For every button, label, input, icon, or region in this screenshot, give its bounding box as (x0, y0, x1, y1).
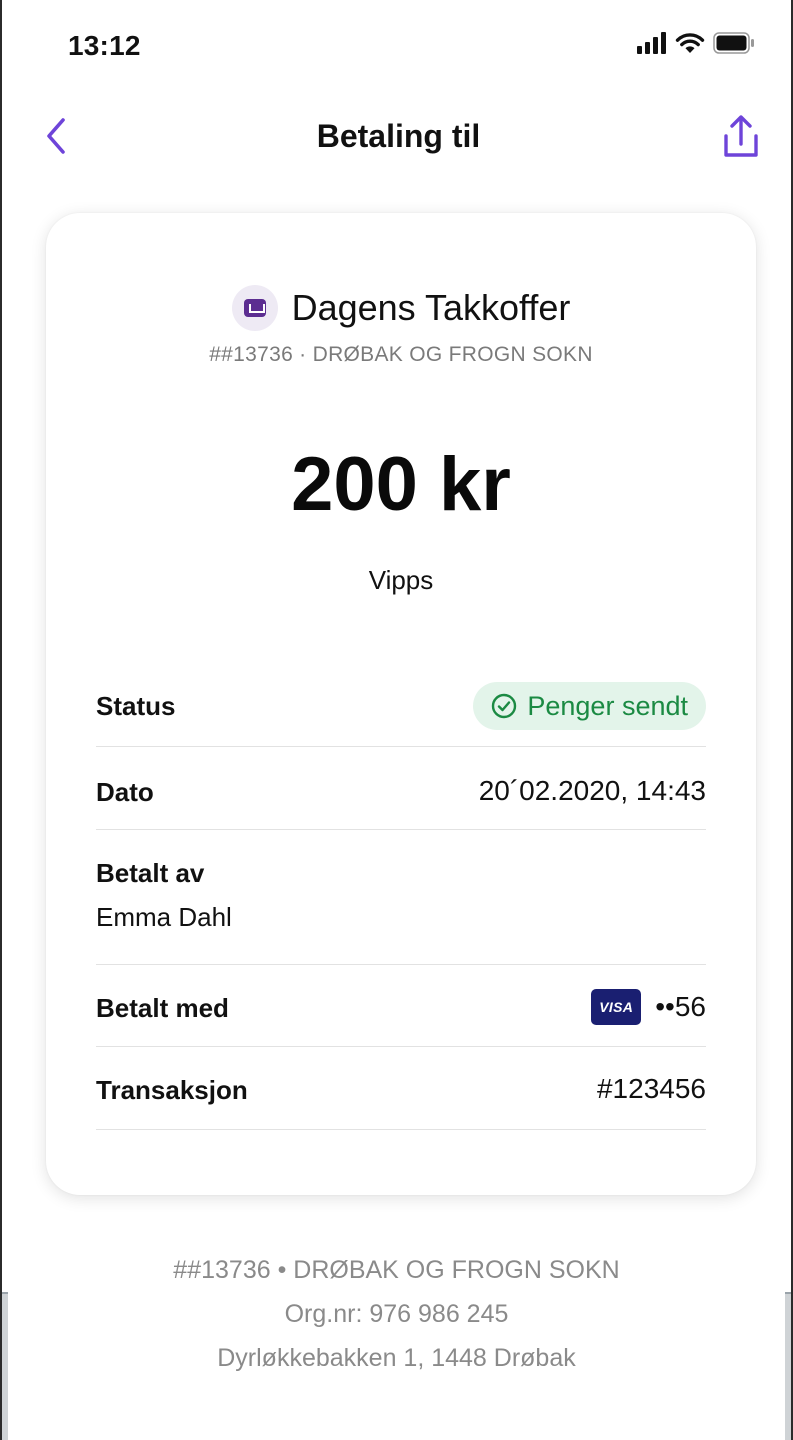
wifi-icon (675, 33, 705, 53)
navigation-bar: Betaling til (2, 100, 793, 172)
share-icon (724, 115, 758, 157)
detail-row-paid-with: Betalt med VISA ••56 (96, 965, 706, 1047)
footer-merchant-line: ##13736 • DRØBAK OG FROGN SOKN (173, 1256, 620, 1284)
paid-with-label: Betalt med (96, 993, 229, 1023)
footer-address: Dyrløkkebakken 1, 1448 Drøbak (217, 1344, 576, 1372)
status-bar: 13:12 (2, 0, 793, 90)
status-label: Status (96, 691, 176, 721)
details-list: Status Penger sendt Dato 20´02.2020, 14:… (96, 663, 706, 1130)
system-icons (637, 32, 755, 54)
status-badge: Penger sendt (473, 682, 706, 730)
status-value: Penger sendt (527, 690, 688, 721)
detail-row-payer: Betalt av Emma Dahl (96, 830, 706, 965)
transaction-value: #123456 (596, 1073, 706, 1104)
share-button[interactable] (719, 112, 763, 160)
date-value: 20´02.2020, 14:43 (478, 775, 706, 806)
card-last-digits: ••56 (655, 991, 706, 1022)
merchant-logo-icon (231, 285, 278, 331)
payer-value: Emma Dahl (96, 902, 232, 932)
payment-method: Vipps (368, 565, 434, 595)
footer-org-number: Org.nr: 976 986 245 (284, 1300, 509, 1328)
merchant-footer: ##13736 • DRØBAK OG FROGN SOKN Org.nr: 9… (2, 1248, 791, 1380)
page-title: Betaling til (316, 118, 481, 154)
detail-row-date: Dato 20´02.2020, 14:43 (96, 747, 706, 830)
merchant-name: Dagens Takkoffer (291, 287, 571, 328)
check-circle-icon (492, 693, 517, 719)
receipt-card: Dagens Takkoffer ##13736 · DRØBAK OG FRO… (46, 213, 756, 1195)
paid-with-value: VISA ••56 (591, 989, 706, 1025)
transaction-label: Transaksjon (96, 1075, 248, 1105)
status-time: 13:12 (68, 30, 141, 61)
battery-icon (713, 32, 754, 54)
merchant-subtitle: ##13736 · DRØBAK OG FROGN SOKN (209, 343, 593, 366)
detail-row-transaction: Transaksjon #123456 (96, 1047, 706, 1130)
payer-label: Betalt av (96, 858, 205, 888)
visa-card-icon: VISA (591, 989, 642, 1025)
cellular-signal-icon (637, 32, 666, 54)
detail-row-status: Status Penger sendt (96, 663, 706, 747)
merchant-header: Dagens Takkoffer (46, 285, 756, 331)
date-label: Dato (96, 777, 154, 807)
payment-amount: 200 kr (291, 442, 511, 527)
phone-screen: 13:12 Betaling til Dagens Takkoffer ##13… (0, 0, 793, 1440)
